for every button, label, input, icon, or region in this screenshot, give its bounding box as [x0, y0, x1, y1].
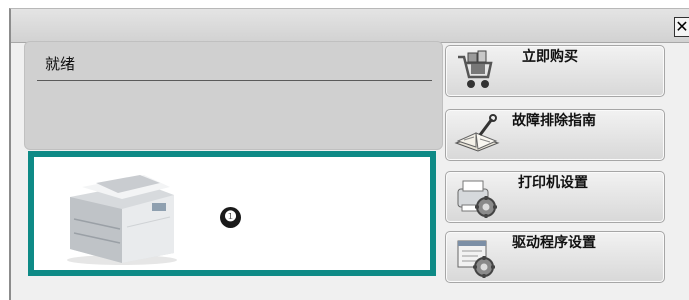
close-icon[interactable]: ✕: [674, 17, 689, 37]
printer-settings-icon: [457, 180, 497, 218]
buy-now-label: 立即购买: [522, 49, 578, 65]
status-text: 就绪: [45, 55, 76, 73]
troubleshooting-guide-label: 故障排除指南: [512, 113, 596, 129]
troubleshooting-book-icon: [454, 114, 500, 152]
status-box: 就绪: [24, 41, 443, 150]
printer-image: [67, 175, 177, 265]
shopping-cart-icon: [458, 50, 493, 88]
driver-settings-label: 驱动程序设置: [512, 235, 596, 251]
callout-number: ❶: [220, 207, 241, 228]
driver-settings-button[interactable]: 驱动程序设置: [445, 231, 665, 283]
status-divider: [37, 80, 432, 81]
driver-settings-icon: [457, 240, 495, 278]
troubleshooting-guide-button[interactable]: 故障排除指南: [445, 109, 665, 161]
app-window: ✕ 就绪 ❶ 立即购买 故障排除指南 打印机设置 驱动程序设置: [9, 8, 689, 300]
buy-now-button[interactable]: 立即购买: [445, 45, 665, 97]
printer-settings-button[interactable]: 打印机设置: [445, 171, 665, 223]
printer-settings-label: 打印机设置: [518, 175, 588, 191]
printer-panel: ❶: [28, 151, 436, 276]
title-bar: ✕: [11, 9, 689, 43]
